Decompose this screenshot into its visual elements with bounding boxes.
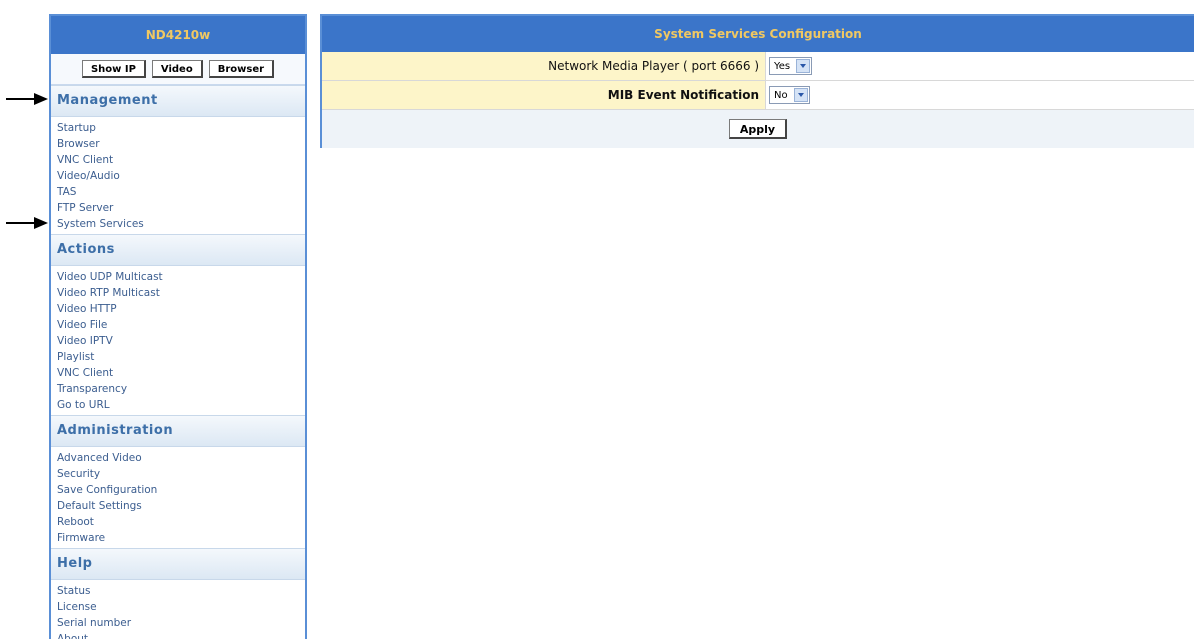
sidebar-item-security[interactable]: Security <box>57 466 305 482</box>
sidebar-item-firmware[interactable]: Firmware <box>57 530 305 546</box>
sidebar-item-reboot[interactable]: Reboot <box>57 514 305 530</box>
main-panel: System Services Configuration Network Me… <box>320 14 1194 148</box>
sidebar-item-go-to-url[interactable]: Go to URL <box>57 397 305 413</box>
sidebar-item-advanced-video[interactable]: Advanced Video <box>57 450 305 466</box>
select-value: Yes <box>774 60 791 72</box>
mib-event-notification-select[interactable]: No <box>769 86 810 104</box>
setting-label: MIB Event Notification <box>322 81 766 109</box>
video-button[interactable]: Video <box>151 60 203 78</box>
administration-links: Advanced Video Security Save Configurati… <box>51 447 305 548</box>
sidebar-item-video-iptv[interactable]: Video IPTV <box>57 333 305 349</box>
setting-row-mib-event-notification: MIB Event Notification No <box>322 81 1194 110</box>
sidebar-item-vnc-client-action[interactable]: VNC Client <box>57 365 305 381</box>
sidebar-item-ftp-server[interactable]: FTP Server <box>57 200 305 216</box>
sidebar-item-vnc-client[interactable]: VNC Client <box>57 152 305 168</box>
browser-button[interactable]: Browser <box>208 60 275 78</box>
sidebar-item-about[interactable]: About <box>57 631 305 639</box>
section-heading-administration: Administration <box>51 415 305 447</box>
sidebar-item-playlist[interactable]: Playlist <box>57 349 305 365</box>
actions-links: Video UDP Multicast Video RTP Multicast … <box>51 266 305 415</box>
sidebar-item-video-udp-multicast[interactable]: Video UDP Multicast <box>57 269 305 285</box>
sidebar-item-browser[interactable]: Browser <box>57 136 305 152</box>
chevron-down-icon[interactable] <box>796 59 811 73</box>
section-heading-management: Management <box>51 85 305 117</box>
apply-button[interactable]: Apply <box>728 119 788 139</box>
sidebar-button-row: Show IP Video Browser <box>51 54 305 85</box>
section-heading-help: Help <box>51 548 305 580</box>
right-arrow-icon <box>6 217 48 229</box>
sidebar-item-video-audio[interactable]: Video/Audio <box>57 168 305 184</box>
chevron-down-icon[interactable] <box>793 88 808 102</box>
sidebar-item-license[interactable]: License <box>57 599 305 615</box>
show-ip-button[interactable]: Show IP <box>81 60 146 78</box>
sidebar-item-startup[interactable]: Startup <box>57 120 305 136</box>
sidebar-item-default-settings[interactable]: Default Settings <box>57 498 305 514</box>
sidebar: ND4210w Show IP Video Browser Management… <box>49 14 307 639</box>
right-arrow-icon <box>6 93 48 105</box>
sidebar-item-video-rtp-multicast[interactable]: Video RTP Multicast <box>57 285 305 301</box>
sidebar-item-serial-number[interactable]: Serial number <box>57 615 305 631</box>
apply-row: Apply <box>322 110 1194 148</box>
network-media-player-select[interactable]: Yes <box>769 57 813 75</box>
management-links: Startup Browser VNC Client Video/Audio T… <box>51 117 305 234</box>
select-value: No <box>774 89 788 101</box>
page-title: System Services Configuration <box>322 16 1194 52</box>
sidebar-item-save-configuration[interactable]: Save Configuration <box>57 482 305 498</box>
sidebar-item-tas[interactable]: TAS <box>57 184 305 200</box>
setting-label: Network Media Player ( port 6666 ) <box>322 52 766 80</box>
sidebar-item-video-file[interactable]: Video File <box>57 317 305 333</box>
sidebar-item-video-http[interactable]: Video HTTP <box>57 301 305 317</box>
sidebar-item-transparency[interactable]: Transparency <box>57 381 305 397</box>
section-heading-actions: Actions <box>51 234 305 266</box>
help-links: Status License Serial number About <box>51 580 305 639</box>
sidebar-item-status[interactable]: Status <box>57 583 305 599</box>
device-title: ND4210w <box>51 16 305 54</box>
sidebar-item-system-services[interactable]: System Services <box>57 216 305 232</box>
setting-row-network-media-player: Network Media Player ( port 6666 ) Yes <box>322 52 1194 81</box>
